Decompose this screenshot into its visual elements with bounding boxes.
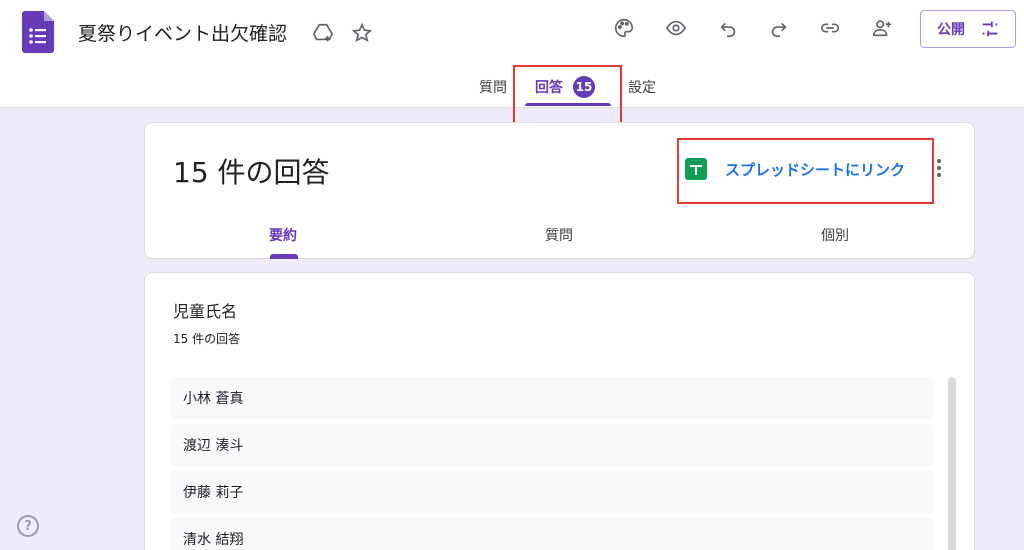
link-to-sheets-button[interactable]: スプレッドシートにリンク	[685, 158, 905, 180]
link-icon[interactable]	[814, 12, 846, 44]
tab-responses[interactable]: 回答 15	[535, 66, 595, 108]
question-title: 児童氏名	[173, 302, 238, 321]
active-subtab-indicator	[270, 254, 298, 259]
more-options-icon[interactable]	[928, 153, 950, 183]
subtab-question[interactable]: 質問	[545, 225, 573, 245]
tab-questions-label: 質問	[479, 80, 507, 96]
preview-eye-icon[interactable]	[660, 12, 692, 44]
answer-item: 伊藤 莉子	[171, 471, 933, 513]
answer-list: 小林 蒼真 渡辺 湊斗 伊藤 莉子 清水 結翔	[171, 377, 933, 550]
publish-button[interactable]: 公開	[920, 10, 1016, 48]
forms-logo-icon[interactable]	[22, 11, 54, 53]
customize-sliders-icon	[982, 21, 998, 37]
publish-label: 公開	[937, 22, 965, 38]
form-title[interactable]: 夏祭りイベント出欠確認	[78, 19, 287, 46]
move-to-drive-icon[interactable]	[307, 17, 339, 49]
palette-icon[interactable]	[608, 12, 640, 44]
responses-count-title: 15 件の回答	[173, 156, 330, 189]
form-tabs: 質問 回答 15 設定	[0, 66, 1024, 108]
subtab-individual[interactable]: 個別	[821, 225, 849, 245]
undo-icon[interactable]	[712, 12, 744, 44]
answer-list-scrollbar[interactable]	[948, 377, 956, 550]
star-icon[interactable]	[346, 17, 378, 49]
answer-item: 清水 結翔	[171, 518, 933, 550]
question-summary-card: 児童氏名 15 件の回答 小林 蒼真 渡辺 湊斗 伊藤 莉子 清水 結翔	[144, 272, 975, 550]
help-icon[interactable]: ?	[17, 515, 39, 537]
active-tab-indicator	[525, 103, 611, 106]
answer-item: 小林 蒼真	[171, 377, 933, 419]
link-to-sheets-label: スプレッドシートにリンク	[725, 160, 906, 179]
question-response-count: 15 件の回答	[173, 332, 241, 346]
sheets-icon	[685, 158, 707, 180]
app-header: 夏祭りイベント出欠確認 公開 質問 回答 15 設定	[0, 0, 1024, 108]
response-count-badge: 15	[573, 76, 595, 98]
answer-item: 渡辺 湊斗	[171, 424, 933, 466]
tab-questions[interactable]: 質問	[479, 66, 507, 108]
add-collaborator-icon[interactable]	[866, 12, 898, 44]
subtab-summary[interactable]: 要約	[269, 225, 297, 245]
tab-responses-label: 回答	[535, 80, 563, 96]
responses-summary-card: 15 件の回答 スプレッドシートにリンク 要約 質問 個別	[144, 122, 975, 259]
redo-icon[interactable]	[763, 12, 795, 44]
tab-settings-label: 設定	[628, 80, 656, 96]
tab-settings[interactable]: 設定	[628, 66, 656, 108]
